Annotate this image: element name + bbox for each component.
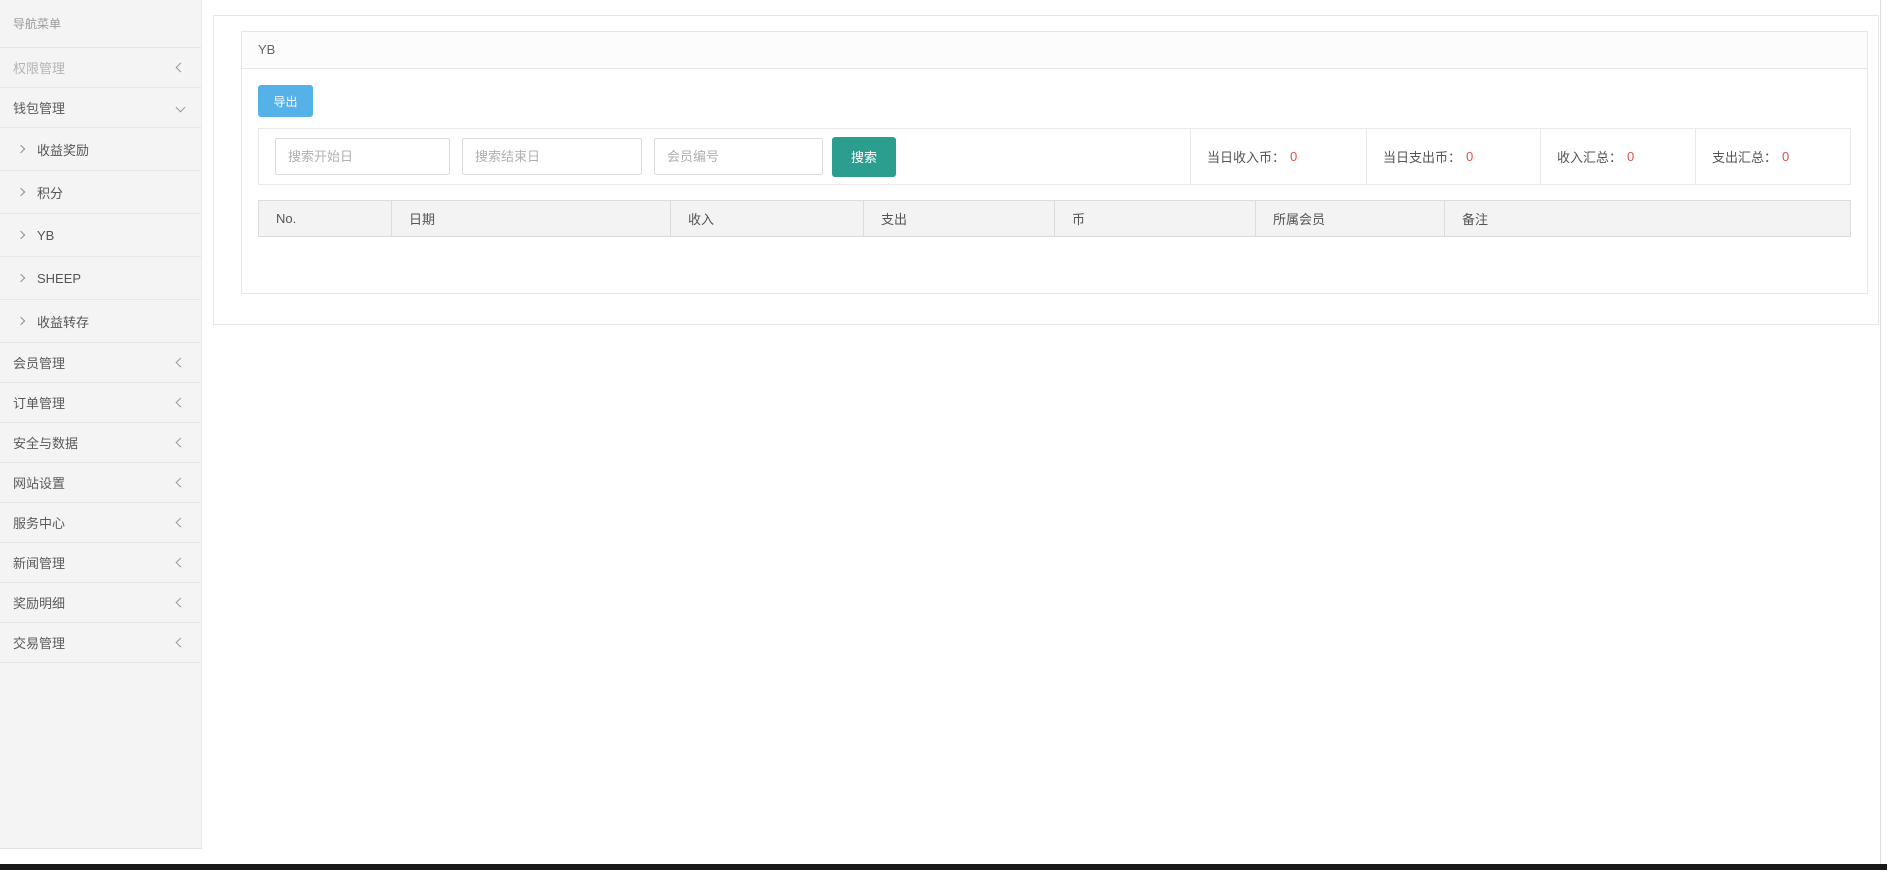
chevron-left-icon xyxy=(176,478,186,488)
sidebar-item-label: 安全与数据 xyxy=(13,433,78,452)
chevron-down-icon xyxy=(176,103,186,113)
sidebar-item-label: 服务中心 xyxy=(13,513,65,532)
column-header: 支出 xyxy=(864,201,1055,237)
sidebar-item-label: 新闻管理 xyxy=(13,553,65,572)
yb-panel: YB 导出 搜索 当日收入币： 0 当日支出币： 0 收入汇总： 0 支出汇总： 0 No.日… xyxy=(241,31,1868,294)
sidebar-item-permissions[interactable]: 权限管理 xyxy=(0,48,201,88)
stat-label: 支出汇总： xyxy=(1712,147,1777,166)
chevron-left-icon xyxy=(176,63,186,73)
sidebar-item-earn-transfer[interactable]: 收益转存 xyxy=(0,300,201,343)
chevron-right-icon xyxy=(17,145,25,153)
search-bar: 搜索 当日收入币： 0 当日支出币： 0 收入汇总： 0 支出汇总： 0 xyxy=(258,128,1851,185)
records-table: No.日期收入支出币所属会员备注 xyxy=(258,200,1851,237)
sidebar-item-label: 收益转存 xyxy=(37,312,89,331)
column-header: 收入 xyxy=(671,201,864,237)
chevron-right-icon xyxy=(17,231,25,239)
sidebar-item-orders[interactable]: 订单管理 xyxy=(0,383,201,423)
column-header: No. xyxy=(259,201,392,237)
table-header-row: No.日期收入支出币所属会员备注 xyxy=(259,201,1851,237)
sidebar-item-label: 权限管理 xyxy=(13,58,65,77)
chevron-right-icon xyxy=(17,188,25,196)
window-bottom-edge xyxy=(0,864,1887,870)
sidebar: 导航菜单 权限管理钱包管理收益奖励积分 YB SHEEP 收益转存会员管理订单管理安全… xyxy=(0,0,202,849)
stat-cell: 支出汇总： 0 xyxy=(1695,129,1850,184)
chevron-left-icon xyxy=(176,358,186,368)
stat-label: 当日支出币： xyxy=(1383,147,1461,166)
sidebar-item-label: 交易管理 xyxy=(13,633,65,652)
stat-label: 收入汇总： xyxy=(1557,147,1622,166)
window-right-edge xyxy=(1880,0,1881,864)
stat-value: 0 xyxy=(1627,149,1634,164)
sidebar-item-service-center[interactable]: 服务中心 xyxy=(0,503,201,543)
sidebar-item-wallet[interactable]: 钱包管理 xyxy=(0,88,201,128)
sidebar-item-label: YB xyxy=(37,228,54,243)
sidebar-item-label: 收益奖励 xyxy=(37,140,89,159)
panel-body: 导出 搜索 当日收入币：0当日支出币：0收入汇总：0支出汇总：0 No.日期收入… xyxy=(242,69,1867,237)
column-header: 备注 xyxy=(1445,201,1851,237)
sidebar-item-earn-reward[interactable]: 收益奖励 xyxy=(0,128,201,171)
stat-value: 0 xyxy=(1290,149,1297,164)
chevron-left-icon xyxy=(176,438,186,448)
stat-cell: 收入汇总： 0 xyxy=(1540,129,1695,184)
sidebar-item-trade[interactable]: 交易管理 xyxy=(0,623,201,663)
column-header: 币 xyxy=(1055,201,1256,237)
member-id-input[interactable] xyxy=(654,138,823,175)
column-header: 所属会员 xyxy=(1256,201,1445,237)
export-button[interactable]: 导出 xyxy=(258,85,313,117)
sidebar-item-reward-detail[interactable]: 奖励明细 xyxy=(0,583,201,623)
sidebar-item-label: SHEEP xyxy=(37,271,81,286)
chevron-left-icon xyxy=(176,598,186,608)
chevron-left-icon xyxy=(176,638,186,648)
stat-value: 0 xyxy=(1782,149,1789,164)
chevron-left-icon xyxy=(176,398,186,408)
sidebar-item-label: 积分 xyxy=(37,183,63,202)
chevron-left-icon xyxy=(176,518,186,528)
column-header: 日期 xyxy=(392,201,671,237)
sidebar-item-label: 网站设置 xyxy=(13,473,65,492)
sidebar-item-site-settings[interactable]: 网站设置 xyxy=(0,463,201,503)
sidebar-item-security-data[interactable]: 安全与数据 xyxy=(0,423,201,463)
sidebar-item-label: 订单管理 xyxy=(13,393,65,412)
sidebar-item-label: 奖励明细 xyxy=(13,593,65,612)
chevron-left-icon xyxy=(176,558,186,568)
search-end-date-input[interactable] xyxy=(462,138,642,175)
sidebar-menu: 权限管理钱包管理收益奖励积分 YB SHEEP 收益转存会员管理订单管理安全与数据网站… xyxy=(0,48,201,663)
search-button[interactable]: 搜索 xyxy=(832,137,896,177)
stat-cell: 当日收入币： 0 xyxy=(1190,129,1366,184)
chevron-right-icon xyxy=(17,274,25,282)
stat-cell: 当日支出币： 0 xyxy=(1366,129,1540,184)
sidebar-title: 导航菜单 xyxy=(0,0,201,48)
search-start-date-input[interactable] xyxy=(275,138,450,175)
sidebar-item-sheep[interactable]: SHEEP xyxy=(0,257,201,300)
sidebar-item-yb[interactable]: YB xyxy=(0,214,201,257)
sidebar-item-news[interactable]: 新闻管理 xyxy=(0,543,201,583)
sidebar-item-label: 钱包管理 xyxy=(13,98,65,117)
sidebar-item-points[interactable]: 积分 xyxy=(0,171,201,214)
stat-value: 0 xyxy=(1466,149,1473,164)
stats-summary: 当日收入币： 0 当日支出币： 0 收入汇总： 0 支出汇总： 0 xyxy=(1190,129,1850,184)
sidebar-item-members[interactable]: 会员管理 xyxy=(0,343,201,383)
chevron-right-icon xyxy=(17,317,25,325)
panel-title: YB xyxy=(242,32,1867,69)
stat-label: 当日收入币： xyxy=(1207,147,1285,166)
sidebar-item-label: 会员管理 xyxy=(13,353,65,372)
